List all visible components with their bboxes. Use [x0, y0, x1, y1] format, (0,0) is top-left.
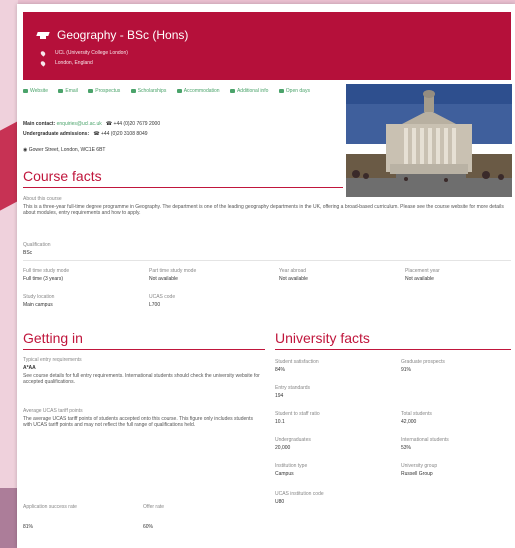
link-label: Website	[30, 88, 48, 94]
offer-rate-label: Offer rate	[143, 504, 165, 510]
year-abroad-label: Year abroad	[279, 268, 307, 274]
page-background-panel	[0, 0, 18, 548]
link-label: Scholarships	[137, 88, 167, 94]
phone-icon: ☎	[105, 121, 113, 127]
qualification-label: Qualification	[23, 242, 51, 248]
university-icon	[39, 49, 47, 57]
link-additional-info[interactable]: Additional info	[229, 88, 269, 94]
institution-location: London, England	[55, 60, 93, 66]
link-label: Email	[65, 88, 78, 94]
university-facts-rule	[275, 349, 511, 350]
globe-icon	[23, 89, 28, 93]
envelope-icon	[58, 89, 64, 93]
link-label: Prospectus	[95, 88, 121, 94]
admissions-contact-label: Undergraduate admissions:	[23, 131, 90, 137]
link-website[interactable]: Website	[23, 88, 48, 94]
graduation-cap-icon	[88, 89, 94, 93]
ucas-code-label: UCAS code	[149, 294, 176, 300]
map-pin-icon	[39, 59, 47, 67]
institution-name[interactable]: UCL (University College London)	[55, 50, 128, 56]
course-header: Geography - BSc (Hons) UCL (University C…	[23, 12, 511, 80]
university-address: Gower Street, London, WC1E 6BT	[28, 147, 106, 153]
uni-fact-label: Total students	[401, 411, 432, 417]
uni-fact-value: U80	[275, 499, 285, 505]
uni-fact-value: 53%	[401, 445, 412, 451]
map-pin-icon: ◉	[23, 147, 28, 153]
uni-fact-label: Student to staff ratio	[275, 411, 320, 417]
admissions-contact-phone[interactable]: +44 (0)20 3108 8049	[101, 131, 148, 137]
ucas-code-value: L700	[149, 302, 161, 308]
tariff-note: The average UCAS tariff points of studen…	[23, 416, 253, 428]
uni-fact-value: 194	[275, 393, 284, 399]
placement-value: Not available	[405, 276, 434, 282]
entry-requirements-value: A*AA	[23, 365, 36, 371]
graduation-cap-icon	[37, 31, 49, 40]
year-abroad-value: Not available	[279, 276, 308, 282]
course-facts-rule	[23, 187, 343, 188]
full-time-value: Full time (3 years)	[23, 276, 64, 282]
success-rate-value: 81%	[23, 524, 34, 530]
uni-fact-label: Entry standards	[275, 385, 311, 391]
uni-fact-value: Campus	[275, 471, 294, 477]
part-time-label: Part time study mode	[149, 268, 197, 274]
uni-fact-value: 20,000	[275, 445, 291, 451]
section-divider	[23, 260, 511, 261]
calendar-icon	[278, 89, 284, 93]
location-line: London, England	[39, 59, 93, 67]
full-time-label: Full time study mode	[23, 268, 70, 274]
tariff-label: Average UCAS tariff points	[23, 408, 83, 414]
link-prospectus[interactable]: Prospectus	[88, 88, 120, 94]
main-contact-phone[interactable]: +44 (0)20 7679 2000	[114, 121, 161, 127]
link-scholarships[interactable]: Scholarships	[130, 88, 167, 94]
success-rate-label: Application success rate	[23, 504, 77, 510]
main-contact-label: Main contact:	[23, 121, 56, 127]
qualification-value: BSc	[23, 250, 33, 256]
home-icon	[176, 89, 182, 93]
university-photo	[346, 84, 512, 197]
uni-fact-label: UCAS institution code	[275, 491, 324, 497]
uni-fact-label: Institution type	[275, 463, 308, 469]
uni-fact-label: Graduate prospects	[401, 359, 445, 365]
getting-in-rule	[23, 349, 265, 350]
phone-icon: ☎	[93, 131, 100, 137]
course-title-text: Geography - BSc (Hons)	[57, 28, 189, 42]
link-label: Additional info	[236, 88, 269, 94]
placement-label: Placement year	[405, 268, 440, 274]
money-icon	[130, 89, 136, 93]
main-contact-email[interactable]: enquiries@ucl.ac.uk	[57, 121, 102, 127]
link-label: Accommodation	[183, 88, 220, 94]
course-facts-heading: Course facts	[23, 168, 102, 184]
getting-in-heading: Getting in	[23, 330, 83, 346]
university-links: Website Email Prospectus Scholarships Ac…	[23, 88, 343, 99]
course-title: Geography - BSc (Hons)	[37, 28, 188, 42]
link-email[interactable]: Email	[58, 88, 78, 94]
link-accommodation[interactable]: Accommodation	[176, 88, 220, 94]
study-location-value: Main campus	[23, 302, 53, 308]
uni-fact-value: 10.1	[275, 419, 285, 425]
uni-fact-value: 42,000	[401, 419, 417, 425]
uni-fact-value: 91%	[401, 367, 412, 373]
link-open-days[interactable]: Open days	[278, 88, 310, 94]
uni-fact-value: 84%	[275, 367, 286, 373]
institution-line: UCL (University College London)	[39, 49, 128, 57]
study-location-label: Study location	[23, 294, 55, 300]
uni-fact-label: Student satisfaction	[275, 359, 319, 365]
uni-fact-label: International students	[401, 437, 449, 443]
course-detail-card: Geography - BSc (Hons) UCL (University C…	[17, 4, 515, 548]
entry-requirements-note: See course details for full entry requir…	[23, 373, 260, 385]
uni-fact-label: University group	[401, 463, 438, 469]
uni-fact-label: Undergraduates	[275, 437, 311, 443]
course-description-label: About this course	[23, 196, 62, 202]
contact-details: Main contact: enquiries@ucl.ac.uk ☎ +44 …	[23, 119, 160, 155]
course-description: This is a three-year full-time degree pr…	[23, 204, 504, 216]
offer-rate-value: 60%	[143, 524, 154, 530]
part-time-value: Not available	[149, 276, 178, 282]
university-facts-heading: University facts	[275, 330, 370, 346]
link-label: Open days	[285, 88, 310, 94]
entry-requirements-label: Typical entry requirements	[23, 357, 82, 363]
uni-fact-value: Russell Group	[401, 471, 433, 477]
pen-icon	[229, 89, 235, 93]
